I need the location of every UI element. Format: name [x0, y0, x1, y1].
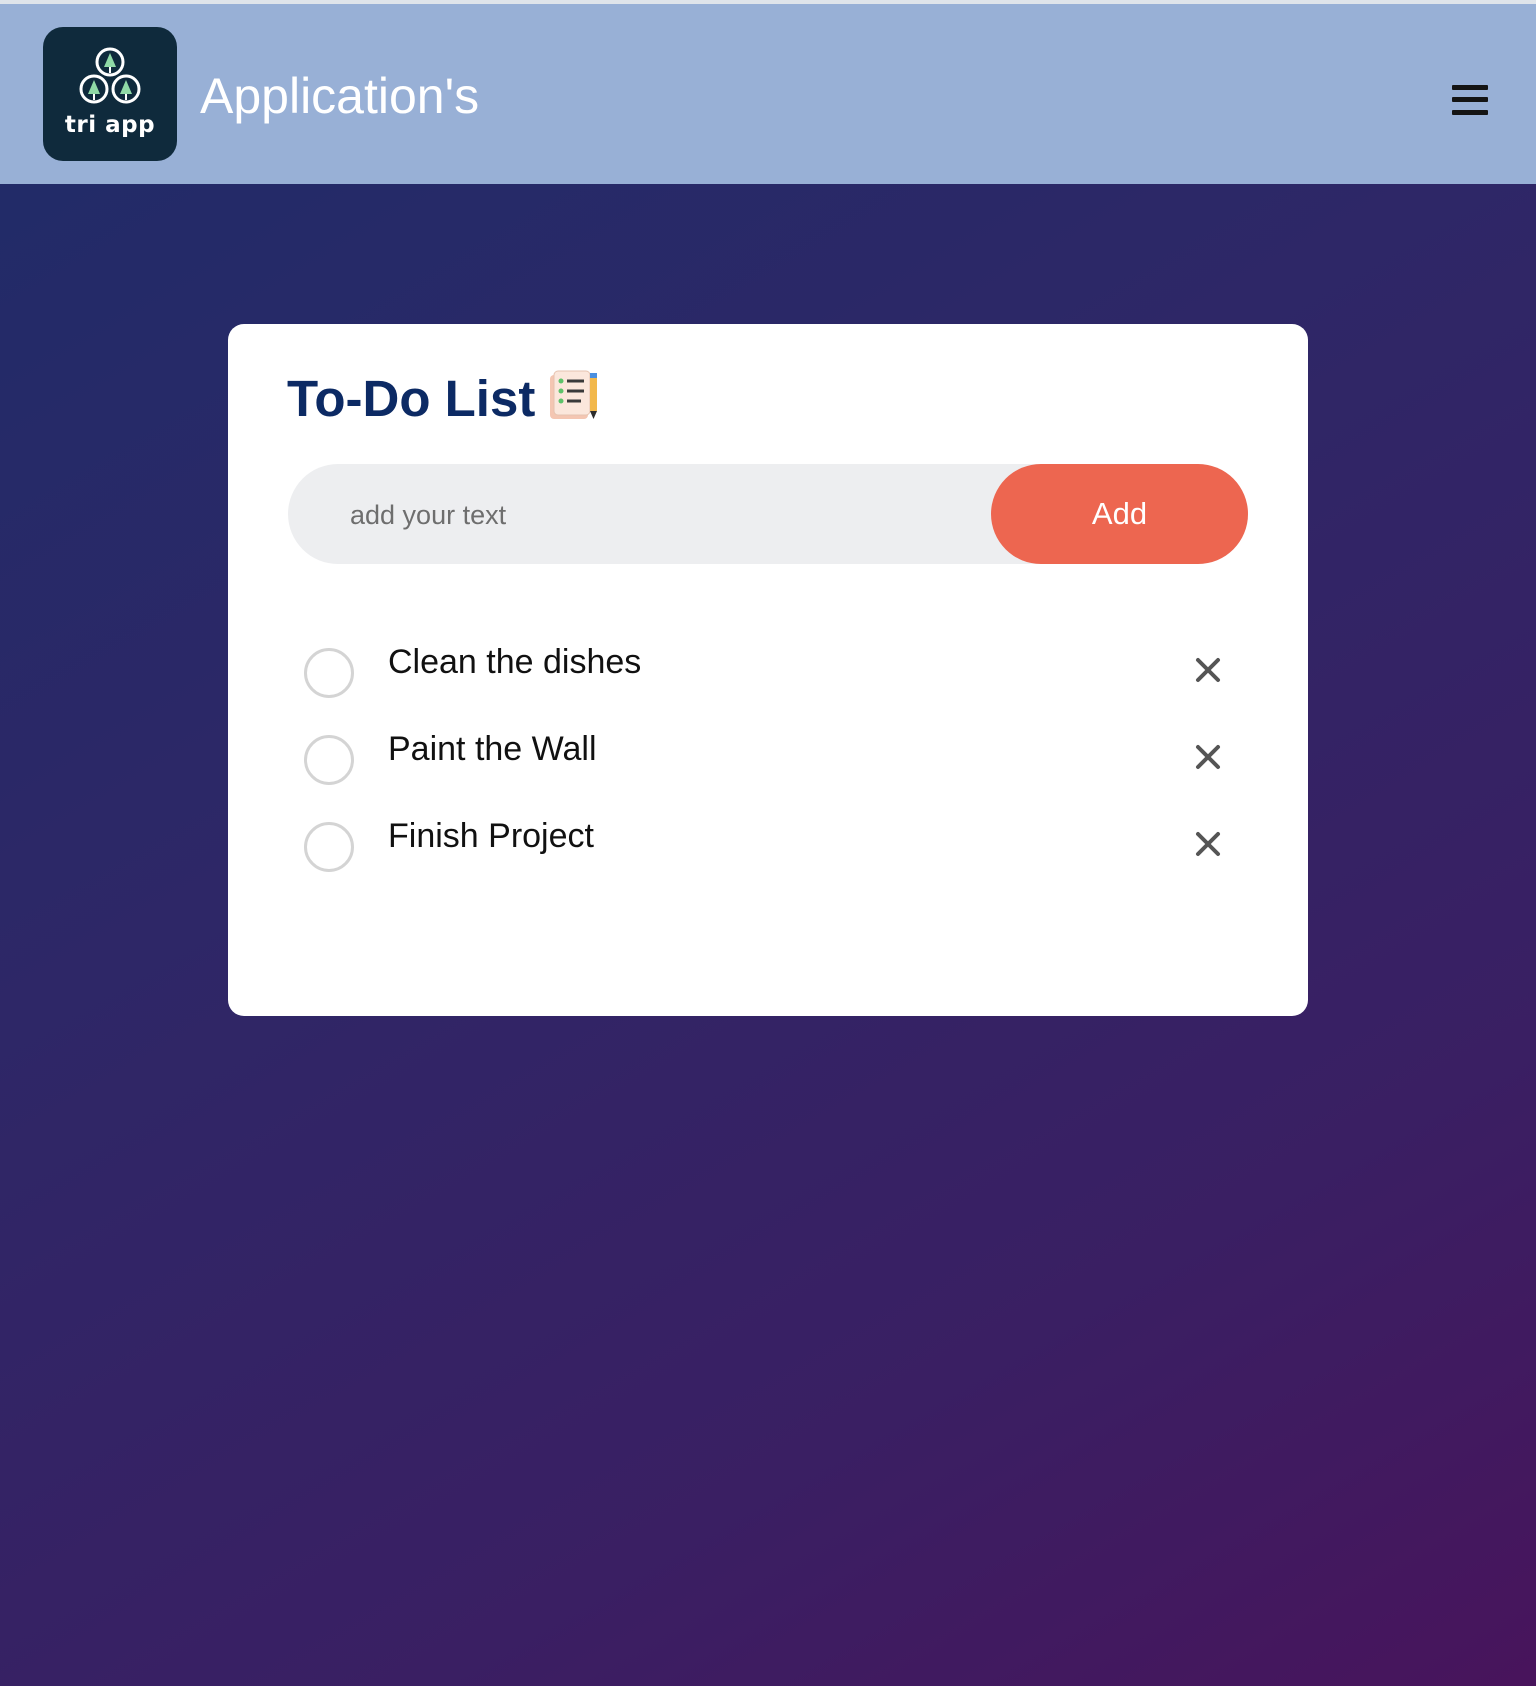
notepad-pencil-icon — [550, 370, 597, 419]
checkbox-circle[interactable] — [304, 648, 354, 698]
menu-bar-line — [1452, 110, 1488, 115]
app-header: tri app Application's — [0, 0, 1536, 184]
app-title: Application's — [200, 68, 480, 124]
trefoil-leaf-icon — [79, 47, 141, 104]
close-icon[interactable] — [1194, 830, 1222, 858]
hamburger-menu-icon[interactable] — [1446, 81, 1494, 121]
add-button[interactable]: Add — [991, 464, 1248, 564]
app-logo[interactable]: tri app — [43, 27, 177, 161]
menu-bar-line — [1452, 97, 1488, 102]
todo-item-text: Clean the dishes — [388, 643, 642, 681]
close-icon[interactable] — [1194, 656, 1222, 684]
add-task-bar: Add — [288, 464, 1248, 566]
page-title: To-Do List — [287, 370, 536, 427]
menu-bar-line — [1452, 85, 1488, 90]
list-item[interactable]: Finish Project — [228, 806, 1308, 886]
close-icon[interactable] — [1194, 743, 1222, 771]
checkbox-circle[interactable] — [304, 822, 354, 872]
logo-text: tri app — [64, 112, 156, 138]
task-input[interactable] — [348, 464, 972, 566]
todo-item-text: Paint the Wall — [388, 730, 597, 768]
list-item[interactable]: Paint the Wall — [228, 719, 1308, 799]
list-item[interactable]: Clean the dishes — [228, 632, 1308, 712]
todo-card: To-Do List Add Clean the dishes Paint th… — [228, 324, 1308, 1016]
todo-item-text: Finish Project — [388, 817, 594, 855]
checkbox-circle[interactable] — [304, 735, 354, 785]
